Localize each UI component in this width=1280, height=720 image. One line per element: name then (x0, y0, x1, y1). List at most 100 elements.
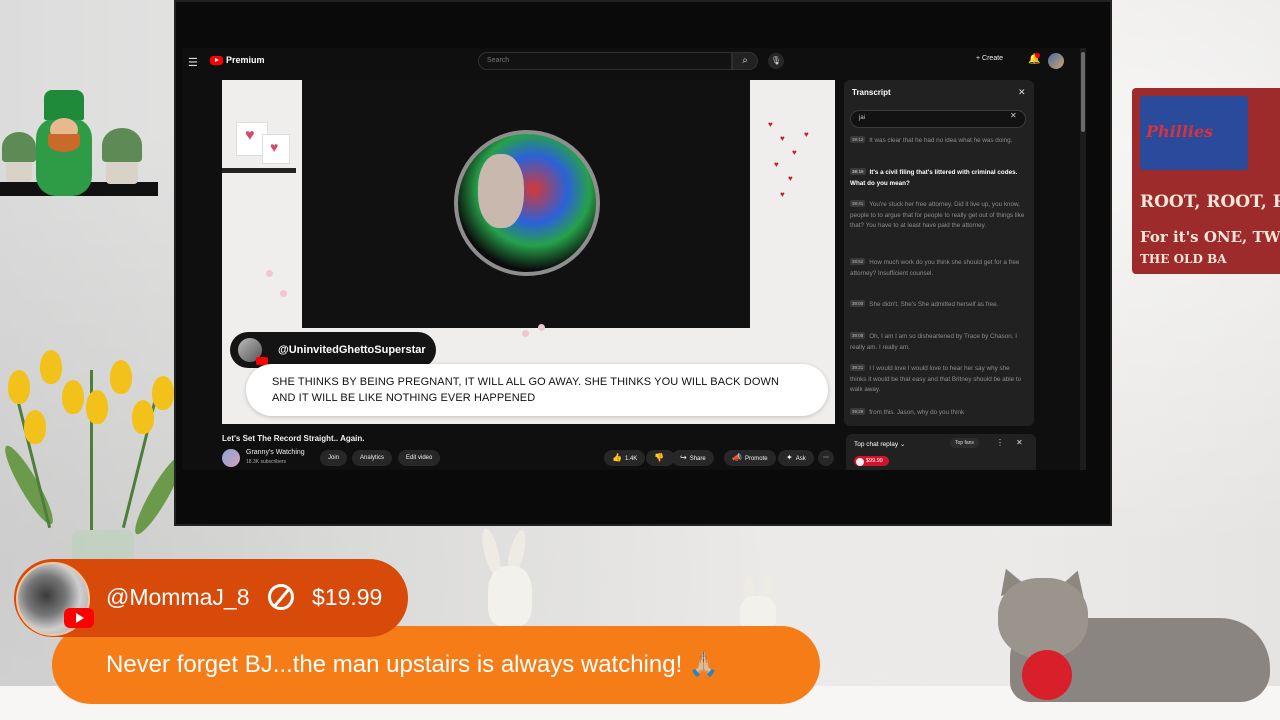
blossom-decor (266, 270, 273, 277)
transcript-panel: Transcript ✕ jai ✕ 38:12 It was clear tha… (844, 80, 1034, 426)
microphone-icon[interactable]: 🎙 (768, 53, 784, 69)
ask-label: Ask (795, 456, 806, 462)
segment-text: It's a civil filing that's littered with… (850, 169, 1018, 187)
segment-timestamp: 38:41 (850, 200, 866, 207)
heart-hanger-decor: ♥ ♥ ♥ ♥ ♥ ♥ ♥ (768, 120, 809, 199)
segment-timestamp: 38:15 (850, 168, 866, 175)
close-icon[interactable]: ✕ (1018, 87, 1026, 98)
segment-text: Oh, I am I am so disheartened by Trace b… (850, 333, 1017, 351)
sign-line-2: For it's ONE, TWO, TH (1140, 228, 1280, 246)
ask-button[interactable]: ✦ Ask (778, 450, 814, 466)
channel-avatar[interactable] (222, 449, 240, 467)
segment-text: She didn't. She's She admitted herself a… (869, 301, 999, 308)
megaphone-icon: 📣 (732, 453, 742, 462)
segment-text: It was clear that he had no idea what he… (869, 137, 1013, 144)
top-fans-button[interactable]: Top fans (950, 438, 979, 448)
subscriber-count: 18.3K subscribers (246, 459, 287, 465)
transcript-segment[interactable]: 39:00 She didn't. She's She admitted hers… (850, 300, 1026, 311)
search-icon[interactable]: ⌕ (732, 52, 758, 70)
transcript-segment[interactable]: 39:08 Oh, I am I am so disheartened by Tr… (850, 332, 1026, 353)
segment-timestamp: 38:52 (850, 258, 866, 265)
create-button[interactable]: + Create (976, 55, 1003, 62)
leprechaun-hat (44, 90, 84, 120)
menu-icon[interactable]: ☰ (188, 56, 198, 69)
video-shelf (222, 168, 296, 173)
transcript-title: Transcript (852, 88, 891, 97)
share-icon: ↪ (680, 453, 687, 462)
chat-donation-pill[interactable]: $99.99 (854, 456, 889, 466)
create-label: Create (982, 55, 1004, 62)
chevron-down-icon: ⌄ (899, 441, 906, 448)
transcript-segment[interactable]: 39:21 I I would love I would love to hear… (850, 364, 1026, 396)
super-chat-username: @MommaJ_8 (106, 584, 250, 610)
video-player[interactable]: ♥ ♥ ♥ ♥ ♥ ♥ ♥ @UninvitedGhettoSuperstar … (222, 80, 835, 424)
clear-search-icon[interactable]: ✕ (1010, 111, 1017, 120)
chat-title: Top chat replay (854, 441, 899, 448)
plant-leaves-left (2, 132, 36, 162)
cat-head (998, 578, 1088, 658)
youtube-logo[interactable]: Premium (210, 55, 265, 65)
transcript-segment[interactable]: 38:52 How much work do you think she shou… (850, 258, 1026, 279)
more-vert-icon[interactable]: ⋮ (996, 438, 1004, 447)
share-button[interactable]: ↪ Share (672, 450, 714, 466)
segment-text: from this. Jason, why do you think (869, 409, 965, 416)
segment-timestamp: 39:21 (850, 364, 866, 371)
edit-video-button[interactable]: Edit video (398, 450, 441, 466)
sign-team-name: Phillies (1146, 122, 1214, 141)
logo-text: Premium (226, 55, 265, 65)
more-actions-button[interactable]: ⋯ (818, 450, 834, 466)
bunny-figurine-small (740, 596, 776, 630)
bunny-figurine (488, 566, 532, 626)
like-count: 1.4K (624, 456, 638, 462)
overlay-username-tag: @UninvitedGhettoSuperstar (230, 332, 436, 368)
segment-timestamp: 39:00 (850, 300, 866, 307)
sparkle-icon: ✦ (786, 453, 793, 462)
analytics-button[interactable]: Analytics (352, 450, 393, 466)
promote-button[interactable]: 📣 Promote (724, 450, 776, 466)
search-input[interactable]: Search (478, 52, 732, 70)
potted-plant-right (106, 160, 138, 184)
segment-text: I I would love I would love to hear her … (850, 365, 1022, 393)
super-chat-amount: $19.99 (312, 584, 383, 610)
account-avatar[interactable] (1048, 53, 1064, 69)
join-button[interactable]: Join (320, 450, 348, 466)
youtube-topbar: ☰ Premium Search ⌕ 🎙 + Create 🔔 (182, 48, 1080, 76)
like-button[interactable]: 👍 1.4K (604, 450, 646, 466)
channel-name[interactable]: Granny's Watching (246, 449, 305, 456)
overlay-user-avatar (238, 338, 268, 365)
youtube-window: ☰ Premium Search ⌕ 🎙 + Create 🔔 ♥ ♥ ♥ ♥ … (182, 48, 1086, 470)
transcript-segment-active[interactable]: 38:15 It's a civil filing that's littered… (850, 168, 1026, 189)
scrollbar-thumb[interactable] (1081, 52, 1085, 132)
close-icon[interactable]: ✕ (1016, 438, 1023, 447)
sign-line-1: ROOT, ROOT, R (1140, 192, 1280, 212)
leprechaun-beard (48, 134, 80, 152)
overlay-username: @UninvitedGhettoSuperstar (278, 344, 426, 356)
thumbs-up-icon: 👍 (612, 453, 622, 462)
dislike-button[interactable]: 👎 (646, 450, 675, 466)
segment-text: You're stuck her free attorney. Did it l… (850, 201, 1025, 229)
overlay-caption: SHE THINKS BY BEING PREGNANT, IT WILL AL… (246, 364, 828, 416)
transcript-search-input[interactable]: jai (850, 110, 1026, 128)
phillies-wall-sign: Phillies ROOT, ROOT, R For it's ONE, TWO… (1132, 88, 1280, 274)
share-label: Share (689, 456, 706, 462)
chat-mode-dropdown[interactable]: Top chat replay ⌄ (854, 440, 905, 448)
blossom-decor (538, 324, 545, 331)
moderator-ban-icon (268, 584, 294, 610)
youtube-icon (64, 608, 94, 628)
promote-label: Promote (744, 456, 768, 462)
transcript-segment[interactable]: 39:29 from this. Jason, why do you think (850, 408, 1026, 419)
live-chat-replay-panel: Top chat replay ⌄ Top fans ⋮ ✕ $99.99 (846, 434, 1036, 470)
youtube-logo-icon (210, 55, 223, 65)
page-scrollbar[interactable] (1080, 48, 1086, 470)
plant-leaves-right (102, 128, 142, 162)
transcript-segment[interactable]: 38:12 It was clear that he had no idea wh… (850, 136, 1026, 147)
blossom-decor (522, 330, 529, 337)
segment-timestamp: 38:12 (850, 136, 866, 143)
sign-line-3: THE OLD BA (1140, 252, 1227, 266)
heart-decor (262, 134, 290, 164)
webcam-circle (454, 130, 600, 276)
transcript-segment[interactable]: 38:41 You're stuck her free attorney. Did… (850, 200, 1026, 232)
video-title: Let's Set The Record Straight.. Again. (222, 434, 365, 443)
red-yarn-ball (1022, 650, 1072, 700)
super-chat-message: Never forget BJ...the man upstairs is al… (106, 651, 719, 678)
